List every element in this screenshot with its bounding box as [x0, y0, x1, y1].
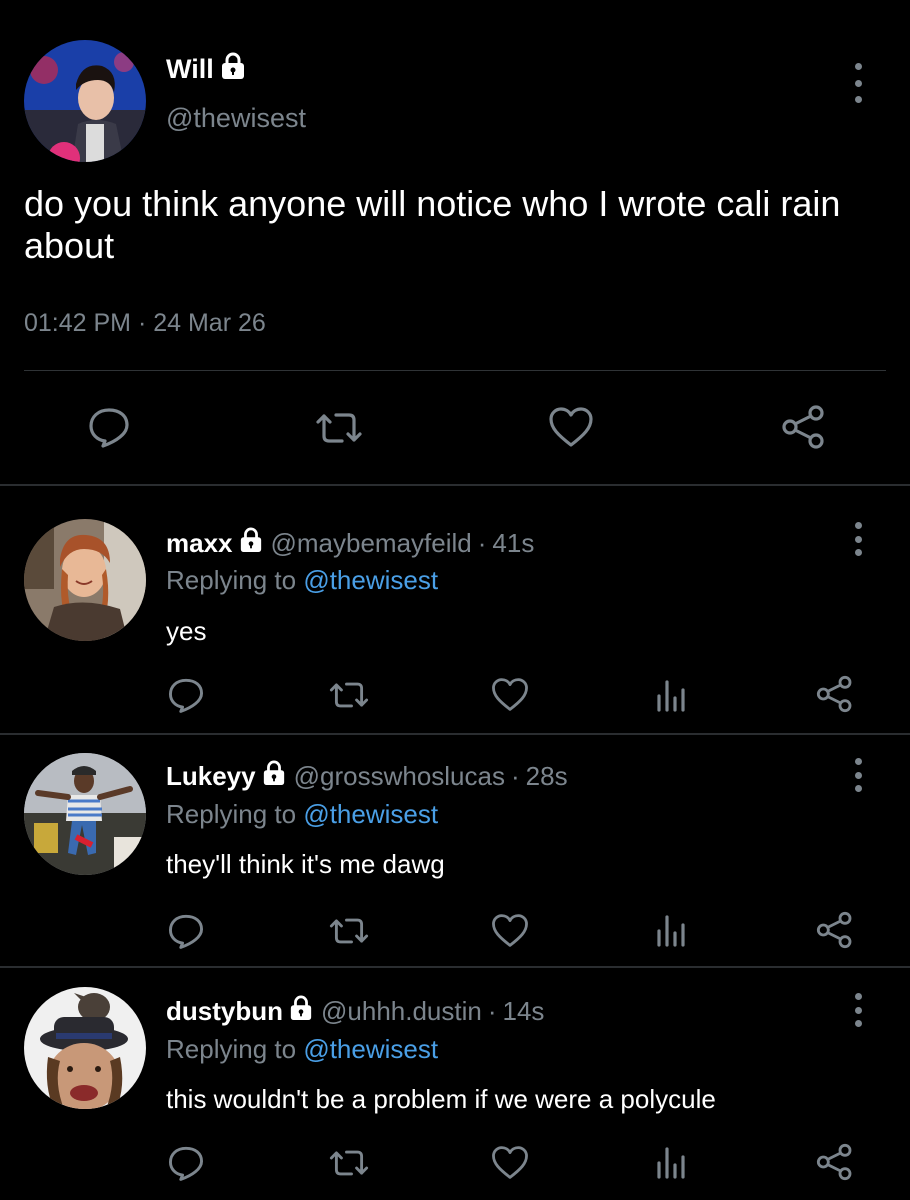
reply-text: yes — [166, 616, 207, 646]
share-icon[interactable] — [815, 674, 855, 714]
main-tweet-handle[interactable]: @thewisest — [166, 103, 306, 134]
retweet-icon[interactable] — [314, 408, 364, 448]
replying-to-mention[interactable]: @thewisest — [303, 799, 438, 829]
share-icon[interactable] — [815, 1142, 855, 1182]
reply-time: 41s — [492, 528, 535, 558]
lock-icon — [262, 760, 286, 793]
divider — [0, 733, 910, 735]
reply-author-name[interactable]: Lukeyy — [166, 761, 256, 792]
main-tweet-avatar[interactable] — [24, 40, 146, 162]
more-options-icon[interactable] — [853, 993, 863, 1027]
reply-header: Lukeyy @grosswhoslucas · 28s — [166, 760, 568, 793]
lock-icon — [220, 52, 246, 87]
reply-text: they'll think it's me dawg — [166, 849, 445, 879]
like-icon[interactable] — [491, 1145, 529, 1180]
reply-header: dustybun @uhhh.dustin · 14s — [166, 995, 544, 1028]
share-icon[interactable] — [815, 910, 855, 950]
analytics-icon[interactable] — [656, 1143, 686, 1179]
analytics-icon[interactable] — [656, 676, 686, 712]
reply-avatar[interactable] — [24, 987, 146, 1109]
separator: · — [487, 996, 497, 1026]
share-icon[interactable] — [780, 403, 828, 451]
replying-to: Replying to @thewisest — [166, 565, 438, 596]
main-tweet-timestamp: 01:42 PM · 24 Mar 26 — [24, 309, 266, 337]
reply-avatar[interactable] — [24, 753, 146, 875]
main-tweet-author[interactable]: Will — [166, 52, 246, 87]
reply-icon[interactable] — [167, 912, 205, 950]
retweet-icon[interactable] — [328, 914, 370, 948]
main-tweet-text: do you think anyone will notice who I wr… — [24, 183, 841, 266]
replying-to-mention[interactable]: @thewisest — [303, 565, 438, 595]
divider — [0, 966, 910, 968]
replying-to-mention[interactable]: @thewisest — [303, 1034, 438, 1064]
lock-icon — [239, 527, 263, 560]
avatar-image — [24, 753, 146, 875]
avatar-image — [24, 519, 146, 641]
divider — [24, 370, 886, 371]
more-options-icon[interactable] — [853, 522, 863, 556]
analytics-icon[interactable] — [656, 911, 686, 947]
reply-text: this wouldn't be a problem if we were a … — [166, 1084, 716, 1114]
reply-header: maxx @maybemayfeild · 41s — [166, 527, 534, 560]
replying-to: Replying to @thewisest — [166, 1034, 438, 1065]
replying-to: Replying to @thewisest — [166, 799, 438, 830]
replying-to-label: Replying to — [166, 799, 304, 829]
reply-icon[interactable] — [167, 1144, 205, 1182]
divider — [0, 484, 910, 486]
reply-author-name[interactable]: maxx — [166, 528, 233, 559]
reply-author-handle[interactable]: @grosswhoslucas — [294, 761, 505, 792]
reply-author-name[interactable]: dustybun — [166, 996, 283, 1027]
more-options-icon[interactable] — [853, 63, 863, 103]
reply-avatar[interactable] — [24, 519, 146, 641]
replying-to-label: Replying to — [166, 1034, 304, 1064]
more-options-icon[interactable] — [853, 758, 863, 792]
reply-icon[interactable] — [167, 676, 205, 714]
reply-author-handle[interactable]: @maybemayfeild — [271, 528, 472, 559]
reply-time: 14s — [502, 996, 545, 1026]
reply-icon[interactable] — [87, 405, 131, 449]
lock-icon — [289, 995, 313, 1028]
separator: · — [477, 528, 487, 558]
like-icon[interactable] — [548, 406, 594, 448]
reply-author-handle[interactable]: @uhhh.dustin — [321, 996, 482, 1027]
like-icon[interactable] — [491, 913, 529, 948]
avatar-image — [24, 987, 146, 1109]
replying-to-label: Replying to — [166, 565, 304, 595]
separator: · — [510, 761, 520, 791]
main-tweet-name[interactable]: Will — [166, 54, 214, 85]
like-icon[interactable] — [491, 677, 529, 712]
retweet-icon[interactable] — [328, 1146, 370, 1180]
retweet-icon[interactable] — [328, 678, 370, 712]
reply-time: 28s — [525, 761, 568, 791]
avatar-image — [24, 40, 146, 162]
